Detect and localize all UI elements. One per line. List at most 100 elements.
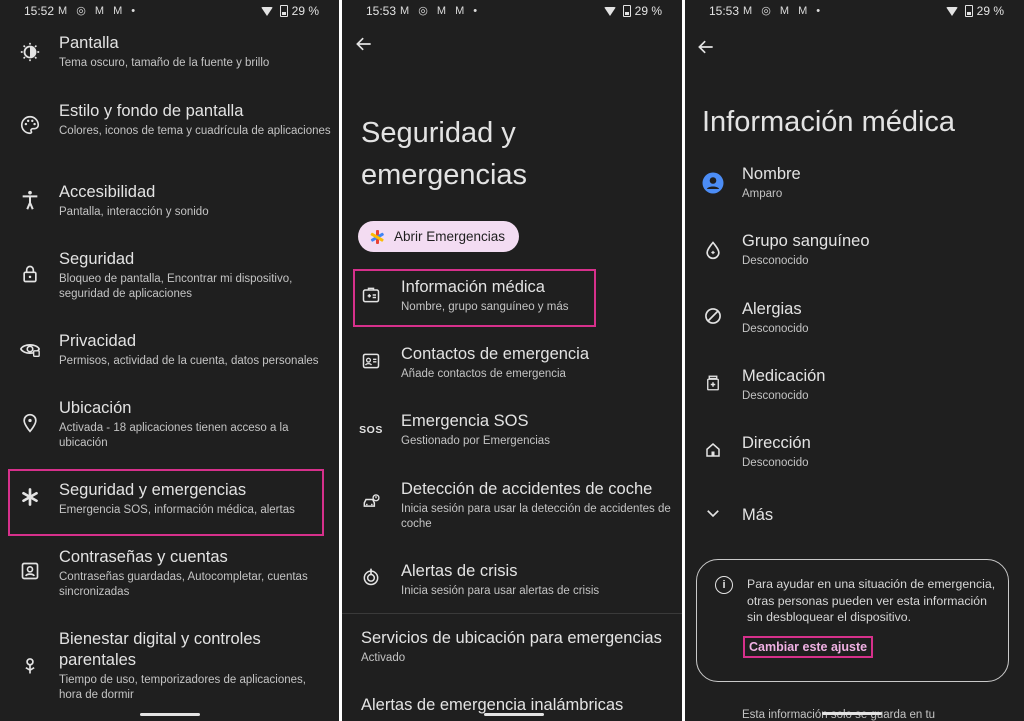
back-arrow-icon[interactable] xyxy=(354,34,378,58)
item-value: Desconocido xyxy=(742,390,809,402)
sos-icon: SOS xyxy=(359,424,383,436)
item-value: Desconocido xyxy=(742,457,809,469)
emergency-location-services-item[interactable]: Servicios de ubicación para emergencias … xyxy=(342,628,682,673)
notification-icons: M ◎ M M • xyxy=(743,5,824,17)
item-title: Alertas de crisis xyxy=(401,562,518,580)
settings-item-location[interactable]: Ubicación Activada - 18 aplicaciones tie… xyxy=(0,399,339,459)
status-bar: 15:53 M ◎ M M • 29 % xyxy=(342,4,682,22)
item-title: Alergias xyxy=(742,300,802,318)
status-right: 29 % xyxy=(260,4,319,18)
open-emergency-label: Abrir Emergencias xyxy=(394,229,506,244)
wellbeing-icon xyxy=(18,655,42,679)
settings-panel: 15:52 M ◎ M M • 29 % Pantalla Tema oscur… xyxy=(0,0,339,721)
status-time: 15:53 xyxy=(709,4,740,18)
settings-item-subtitle: Colores, iconos de tema y cuadrícula de … xyxy=(59,125,331,137)
person-circle-icon xyxy=(701,171,725,195)
lock-icon xyxy=(18,263,42,287)
blood-type-item[interactable]: Grupo sanguíneo Desconocido xyxy=(685,232,1024,277)
battery-level: 29 % xyxy=(291,4,319,18)
change-setting-link[interactable]: Cambiar este ajuste xyxy=(743,636,874,658)
gesture-nav-bar[interactable] xyxy=(484,713,544,716)
settings-item-display[interactable]: Pantalla Tema oscuro, tamaño de la fuent… xyxy=(0,32,339,92)
medication-item[interactable]: Medicación Desconocido xyxy=(685,366,1024,411)
wifi-icon xyxy=(603,6,616,16)
status-bar: 15:52 M ◎ M M • 29 % xyxy=(0,4,339,22)
more-expander[interactable]: Más xyxy=(685,504,1024,530)
emergency-logo-icon xyxy=(370,229,384,244)
item-subtitle: Nombre, grupo sanguíneo y más xyxy=(401,301,569,313)
palette-icon xyxy=(18,114,42,138)
address-item[interactable]: Dirección Desconocido xyxy=(685,433,1024,478)
gesture-nav-bar[interactable] xyxy=(822,712,882,715)
settings-item-wellbeing[interactable]: Bienestar digital y controles parentales… xyxy=(0,629,339,709)
page-title-line-1: Seguridad y xyxy=(361,117,516,149)
open-emergency-chip[interactable]: Abrir Emergencias xyxy=(358,221,519,252)
settings-item-passwords[interactable]: Contraseñas y cuentas Contraseñas guarda… xyxy=(0,548,339,608)
settings-item-title: Ubicación xyxy=(59,399,132,417)
wifi-icon xyxy=(945,6,958,16)
emergency-sos-item[interactable]: SOS Emergencia SOS Gestionado por Emerge… xyxy=(342,412,682,457)
settings-item-title: Privacidad xyxy=(59,332,137,350)
item-subtitle: Gestionado por Emergencias xyxy=(401,435,550,447)
item-subtitle: Inicia sesión para usar alertas de crisi… xyxy=(401,585,600,597)
page-title: Seguridad y emergencias xyxy=(361,112,527,196)
crisis-alerts-item[interactable]: Alertas de crisis Inicia sesión para usa… xyxy=(342,561,682,606)
item-title: Servicios de ubicación para emergencias xyxy=(361,629,662,647)
medical-info-panel: 15:53 M ◎ M M • 29 % Información médica … xyxy=(685,0,1024,721)
medical-name-item[interactable]: Nombre Amparo xyxy=(685,164,1024,209)
settings-item-title: Bienestar digital y controles parentales xyxy=(59,630,261,669)
car-crash-detection-item[interactable]: Detección de accidentes de coche Inicia … xyxy=(342,480,682,540)
medical-info-item[interactable]: Información médica Nombre, grupo sanguín… xyxy=(342,277,682,322)
accessibility-icon xyxy=(18,189,42,213)
battery-icon xyxy=(622,5,631,17)
settings-item-safety-emergency[interactable]: Seguridad y emergencias Emergencia SOS, … xyxy=(0,480,339,525)
settings-item-subtitle: Contraseñas guardadas, Autocompletar, cu… xyxy=(59,571,308,598)
display-icon xyxy=(18,41,42,65)
chevron-down-icon xyxy=(701,504,725,528)
settings-item-privacy[interactable]: Privacidad Permisos, actividad de la cue… xyxy=(0,331,339,376)
status-time: 15:53 xyxy=(366,4,397,18)
page-title: Información médica xyxy=(702,106,956,138)
asterisk-icon xyxy=(18,487,42,511)
info-card: i Para ayudar en una situación de emerge… xyxy=(696,559,1009,682)
account-box-icon xyxy=(18,561,42,585)
notification-icons: M ◎ M M • xyxy=(58,5,139,17)
settings-item-subtitle: Activada - 18 aplicaciones tienen acceso… xyxy=(59,422,289,449)
status-right: 29 % xyxy=(603,4,662,18)
privacy-eye-icon xyxy=(18,338,42,362)
safety-emergency-panel: 15:53 M ◎ M M • 29 % Seguridad y emergen… xyxy=(342,0,682,721)
back-arrow-icon[interactable] xyxy=(696,37,720,61)
item-value: Amparo xyxy=(742,188,783,200)
info-text: Para ayudar en una situación de emergenc… xyxy=(747,577,996,624)
medication-icon xyxy=(701,373,725,397)
settings-item-subtitle: Emergencia SOS, información médica, aler… xyxy=(59,504,295,516)
allergies-item[interactable]: Alergias Desconocido xyxy=(685,299,1024,344)
battery-level: 29 % xyxy=(634,4,662,18)
settings-item-title: Accesibilidad xyxy=(59,183,156,201)
footer-text: Esta información solo se guarda en tu xyxy=(742,709,936,721)
wifi-icon xyxy=(260,6,273,16)
car-crash-icon xyxy=(358,492,384,516)
settings-item-style[interactable]: Estilo y fondo de pantalla Colores, icon… xyxy=(0,100,339,160)
settings-item-subtitle: Pantalla, interacción y sonido xyxy=(59,206,209,218)
emergency-contacts-item[interactable]: Contactos de emergencia Añade contactos … xyxy=(342,345,682,390)
status-right: 29 % xyxy=(945,4,1004,18)
settings-item-accessibility[interactable]: Accesibilidad Pantalla, interacción y so… xyxy=(0,182,339,227)
item-value: Desconocido xyxy=(742,255,809,267)
home-icon xyxy=(701,440,725,464)
item-title: Emergencia SOS xyxy=(401,412,529,430)
item-title: Grupo sanguíneo xyxy=(742,232,870,250)
gesture-nav-bar[interactable] xyxy=(140,713,200,716)
settings-item-subtitle: Tema oscuro, tamaño de la fuente y brill… xyxy=(59,57,270,69)
medical-id-icon xyxy=(358,285,384,309)
item-title: Contactos de emergencia xyxy=(401,345,590,363)
item-subtitle: Añade contactos de emergencia xyxy=(401,368,566,380)
settings-item-title: Estilo y fondo de pantalla xyxy=(59,102,244,120)
status-time: 15:52 xyxy=(24,4,55,18)
settings-item-title: Seguridad xyxy=(59,250,135,268)
more-label: Más xyxy=(742,506,774,524)
settings-item-subtitle: Tiempo de uso, temporizadores de aplicac… xyxy=(59,674,306,701)
settings-item-security[interactable]: Seguridad Bloqueo de pantalla, Encontrar… xyxy=(0,250,339,310)
wireless-emergency-alerts-item[interactable]: Alertas de emergencia inalámbricas xyxy=(342,695,682,721)
item-title: Nombre xyxy=(742,165,801,183)
